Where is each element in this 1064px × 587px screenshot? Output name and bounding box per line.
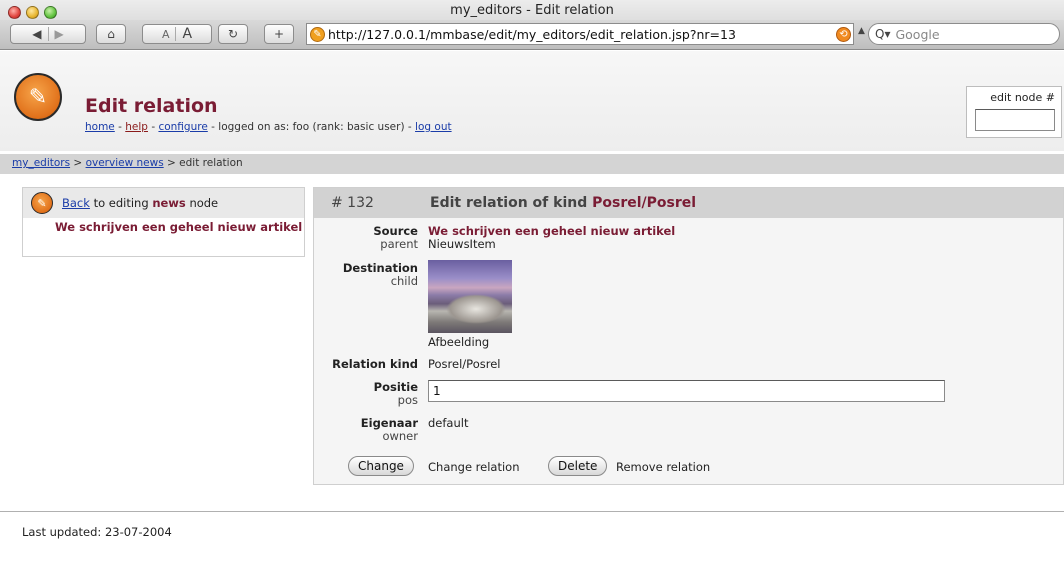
positie-label-group: Positie pos <box>374 381 418 407</box>
breadcrumb-my-editors[interactable]: my_editors <box>12 157 70 169</box>
back-arrow-icon[interactable]: ◀ <box>32 27 41 41</box>
last-updated: Last updated: 23-07-2004 <box>22 525 172 539</box>
edit-node-label: edit node # <box>990 91 1055 104</box>
site-icon: ✎ <box>310 26 325 42</box>
log-out-link[interactable]: log out <box>415 121 452 133</box>
left-panel: ✎ Back to editing news node We schrijven… <box>22 187 305 257</box>
positie-input[interactable] <box>428 380 945 402</box>
help-link[interactable]: help <box>125 121 148 133</box>
caret-icon: ▲ <box>858 26 865 36</box>
source-value: We schrijven een geheel nieuw artikel Ni… <box>428 225 675 251</box>
search-icon: Q▾ <box>875 27 891 41</box>
relation-kind-value: Posrel/Posrel <box>428 357 501 371</box>
breadcrumb: my_editors > overview news > edit relati… <box>0 154 1064 174</box>
delete-note: Remove relation <box>616 460 711 474</box>
window-title: my_editors - Edit relation <box>450 3 614 18</box>
eigenaar-label-group: Eigenaar owner <box>361 417 418 443</box>
footer-divider <box>0 511 1064 512</box>
destination-thumbnail[interactable] <box>428 260 512 333</box>
back-link[interactable]: Back <box>62 196 90 210</box>
relation-kind-label: Relation kind <box>332 357 418 371</box>
panel-heading: # 132 Edit relation of kind Posrel/Posre… <box>314 188 1063 218</box>
home-link[interactable]: home <box>85 121 115 133</box>
edit-node-box: edit node # <box>966 86 1062 138</box>
eigenaar-sublabel: owner <box>382 429 418 443</box>
reload-icon: ↻ <box>227 27 239 41</box>
browser-toolbar: ◀ ▶ ⌂ A A ↻ + ✎ http://127.0.0.1/mmbase/… <box>0 20 1064 50</box>
heading-kind: Posrel/Posrel <box>592 195 697 211</box>
search-field[interactable]: Q▾ Google <box>868 23 1060 45</box>
change-button[interactable]: Change <box>348 456 414 476</box>
text-larger-button[interactable]: A <box>182 26 192 42</box>
back-text-post: node <box>189 196 219 210</box>
back-text-pre: to editing <box>93 196 149 210</box>
home-button[interactable]: ⌂ <box>96 24 126 44</box>
page-title: Edit relation <box>85 95 218 117</box>
positie-sublabel: pos <box>397 393 418 407</box>
relation-kind-label-group: Relation kind <box>332 358 418 371</box>
pencil-icon: ✎ <box>31 192 53 214</box>
back-row: ✎ Back to editing news node <box>23 188 304 218</box>
source-type: NieuwsItem <box>428 237 496 251</box>
pencil-logo-icon: ✎ <box>14 73 62 121</box>
plus-icon: + <box>273 27 285 41</box>
back-forward-buttons[interactable]: ◀ ▶ <box>10 24 86 44</box>
change-note: Change relation <box>428 460 520 474</box>
node-title: We schrijven een geheel nieuw artikel <box>55 220 303 234</box>
breadcrumb-current: edit relation <box>179 157 243 169</box>
heading-text: Edit relation of kind <box>430 195 588 211</box>
source-sublabel: parent <box>380 237 418 251</box>
search-placeholder: Google <box>895 26 940 42</box>
header-links: home - help - configure - logged on as: … <box>85 121 452 133</box>
forward-arrow-icon[interactable]: ▶ <box>55 27 64 41</box>
destination-type: Afbeelding <box>428 335 490 349</box>
text-smaller-button[interactable]: A <box>162 28 170 41</box>
breadcrumb-overview-news[interactable]: overview news <box>86 157 164 169</box>
destination-label-group: Destination child <box>343 262 418 288</box>
text-size-buttons[interactable]: A A <box>142 24 212 44</box>
destination-value: Afbeelding <box>428 260 512 349</box>
configure-link[interactable]: configure <box>158 121 207 133</box>
address-bar[interactable]: ✎ http://127.0.0.1/mmbase/edit/my_editor… <box>306 23 854 45</box>
edit-relation-panel: # 132 Edit relation of kind Posrel/Posre… <box>313 187 1064 485</box>
home-icon: ⌂ <box>107 27 115 41</box>
back-node-type: news <box>152 196 186 210</box>
destination-sublabel: child <box>390 274 418 288</box>
snapback-icon[interactable]: ⟲ <box>836 26 851 42</box>
delete-button[interactable]: Delete <box>548 456 608 476</box>
source-label-group: Source parent <box>373 225 418 251</box>
add-bookmark-button[interactable]: + <box>264 24 294 44</box>
edit-node-input[interactable] <box>975 109 1055 131</box>
reload-button[interactable]: ↻ <box>218 24 248 44</box>
logged-on-text: logged on as: foo (rank: basic user) <box>218 121 405 133</box>
node-number: # 132 <box>331 195 374 211</box>
address-text[interactable]: http://127.0.0.1/mmbase/edit/my_editors/… <box>328 27 836 42</box>
eigenaar-value: default <box>428 416 469 430</box>
